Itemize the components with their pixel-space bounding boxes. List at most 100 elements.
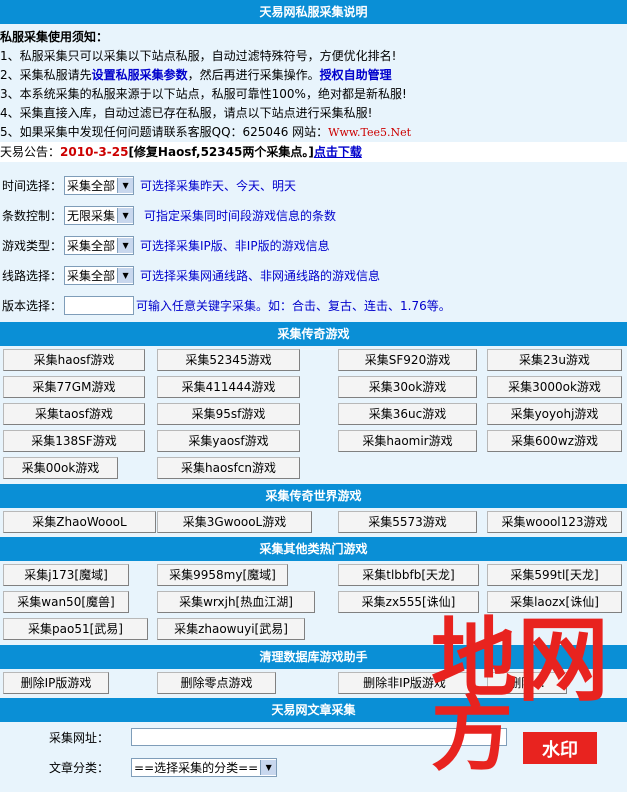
notice-line-4: 4、采集直接入库，自动过滤已存在私服，请点以下站点进行采集私服! <box>0 106 373 120</box>
notice-text: 2、采集私服请先 <box>0 68 92 82</box>
announce-date: 2010-3-25 <box>60 145 129 159</box>
count-row: 条数控制： 无限采集 ▼ 可指定采集同时间段游戏信息的条数 <box>0 200 627 230</box>
legend-collect-button[interactable]: 采集36uc游戏 <box>338 403 477 425</box>
legend-collect-button[interactable]: 采集yaosf游戏 <box>157 430 300 452</box>
type-label: 游戏类型： <box>2 238 63 253</box>
section-clean: 清理数据库游戏助手 <box>0 645 627 669</box>
legend-collect-button[interactable]: 采集138SF游戏 <box>3 430 145 452</box>
legend-collect-button[interactable]: 采集52345游戏 <box>157 349 300 371</box>
world-collect-button[interactable]: 采集woool123游戏 <box>487 511 622 533</box>
other-collect-button[interactable]: 采集wrxjh[热血江湖] <box>157 591 315 613</box>
time-select[interactable]: 采集全部 ▼ <box>64 175 135 195</box>
type-hint: 可选择采集IP版、非IP版的游戏信息 <box>140 238 330 253</box>
section-world: 采集传奇世界游戏 <box>0 484 627 508</box>
other-collect-button[interactable]: 采集tlbbfb[天龙] <box>338 564 479 586</box>
version-hint: 可输入任意关键字采集。如：合击、复古、连击、1.76等。 <box>136 298 451 313</box>
legend-collect-button[interactable]: 采集haomir游戏 <box>338 430 477 452</box>
count-select-value: 无限采集 <box>67 208 116 223</box>
category-select[interactable]: ==选择采集的分类== ▼ <box>131 758 278 777</box>
line-row: 线路选择： 采集全部 ▼ 可选择采集网通线路、非网通线路的游戏信息 <box>0 260 627 290</box>
notice-line-5: 5、如果采集中发现任何问题请联系客服QQ：625046 网站：Www.Tee5.… <box>0 123 627 142</box>
notice-heading: 私服采集使用须知： <box>0 30 109 44</box>
chevron-down-icon: ▼ <box>117 237 134 253</box>
type-select-value: 采集全部 <box>67 238 116 253</box>
chevron-down-icon: ▼ <box>117 177 134 193</box>
legend-collect-button[interactable]: 采集haosfcn游戏 <box>157 457 300 479</box>
other-collect-button[interactable]: 采集j173[魔域] <box>3 564 129 586</box>
legend-collect-button[interactable]: 采集taosf游戏 <box>3 403 145 425</box>
notice-line-2: 2、采集私服请先设置私服采集参数，然后再进行采集操作。授权自助管理 <box>0 66 627 85</box>
url-input[interactable] <box>131 728 508 746</box>
clean-collect-button[interactable]: 删除... <box>487 672 567 694</box>
other-collect-button[interactable]: 采集599tl[天龙] <box>487 564 622 586</box>
clean-collect-button[interactable]: 删除非IP版游戏 <box>338 672 471 694</box>
download-link[interactable]: 点击下载 <box>314 145 362 159</box>
notice-text: ，然后再进行采集操作。 <box>187 68 320 82</box>
site-link[interactable]: Www.Tee5.Net <box>328 126 411 139</box>
world-collect-button[interactable]: 采集ZhaoWoooL <box>3 511 156 533</box>
announce-label: 天易公告： <box>0 145 61 159</box>
time-select-value: 采集全部 <box>67 178 116 193</box>
legend-collect-button[interactable]: 采集30ok游戏 <box>338 376 477 398</box>
set-params-link[interactable]: 设置私服采集参数 <box>92 68 188 82</box>
chevron-down-icon: ▼ <box>260 760 277 775</box>
legend-collect-button[interactable]: 采集haosf游戏 <box>3 349 145 371</box>
url-label: 采集网址： <box>49 730 110 745</box>
legend-button-grid: 采集haosf游戏 采集52345游戏 采集SF920游戏 采集23u游戏采集77GM… <box>0 346 627 484</box>
time-label: 时间选择： <box>2 178 63 193</box>
clean-collect-button[interactable]: 删除零点游戏 <box>157 672 276 694</box>
legend-collect-button[interactable]: 采集00ok游戏 <box>3 457 118 479</box>
count-hint: 可指定采集同时间段游戏信息的条数 <box>144 208 337 223</box>
chevron-down-icon: ▼ <box>117 267 134 283</box>
notice-line-1: 1、私服采集只可以采集以下站点私服，自动过滤特殊符号，方便优化排名! <box>0 49 397 63</box>
self-manage-link[interactable]: 授权自助管理 <box>320 68 392 82</box>
type-select[interactable]: 采集全部 ▼ <box>64 235 135 255</box>
announce-text: [修复Haosf,52345两个采集点。] <box>128 145 314 159</box>
clean-collect-button[interactable]: 删除IP版游戏 <box>3 672 109 694</box>
other-collect-button[interactable]: 采集laozx[诛仙] <box>487 591 622 613</box>
legend-collect-button[interactable]: 采集600wz游戏 <box>487 430 622 452</box>
world-collect-button[interactable]: 采集3GwoooL游戏 <box>157 511 312 533</box>
legend-collect-button[interactable]: 采集yoyohj游戏 <box>487 403 622 425</box>
world-button-grid: 采集ZhaoWoooL 采集3GwoooL游戏 采集5573游戏 采集woool123… <box>0 508 627 537</box>
other-button-grid: 采集j173[魔域] 采集9958my[魔域] 采集tlbbfb[天龙] 采集599t… <box>0 561 627 645</box>
title-bar: 天易网私服采集说明 <box>0 0 627 24</box>
version-row: 版本选择： 可输入任意关键字采集。如：合击、复古、连击、1.76等。 <box>0 290 627 320</box>
clean-button-grid: 删除IP版游戏 删除零点游戏 删除非IP版游戏 删除... <box>0 669 627 698</box>
announcement: 天易公告：2010-3-25[修复Haosf,52345两个采集点。]点击下载 <box>0 142 627 162</box>
count-select[interactable]: 无限采集 ▼ <box>64 205 135 225</box>
line-hint: 可选择采集网通线路、非网通线路的游戏信息 <box>140 268 381 283</box>
url-row: 采集网址： <box>49 728 508 746</box>
filter-form: 时间选择： 采集全部 ▼ 可选择采集昨天、今天、明天 条数控制： 无限采集 ▼ 可指… <box>0 162 627 320</box>
category-row: 文章分类： ==选择采集的分类== ▼ <box>49 758 278 777</box>
section-legend: 采集传奇游戏 <box>0 322 627 346</box>
version-input[interactable] <box>64 295 134 315</box>
count-label: 条数控制： <box>2 208 63 223</box>
notice-text: 5、如果采集中发现任何问题请联系客服QQ：625046 网站： <box>0 125 329 139</box>
legend-collect-button[interactable]: 采集3000ok游戏 <box>487 376 622 398</box>
other-collect-button[interactable]: 采集9958my[魔域] <box>157 564 288 586</box>
chevron-down-icon: ▼ <box>117 207 134 223</box>
notice-block: 私服采集使用须知： 1、私服采集只可以采集以下站点私服，自动过滤特殊符号，方便优… <box>0 24 627 142</box>
line-select-value: 采集全部 <box>67 268 116 283</box>
line-label: 线路选择： <box>2 268 63 283</box>
other-collect-button[interactable]: 采集zhaowuyi[武易] <box>157 618 305 640</box>
type-row: 游戏类型： 采集全部 ▼ 可选择采集IP版、非IP版的游戏信息 <box>0 230 627 260</box>
time-row: 时间选择： 采集全部 ▼ 可选择采集昨天、今天、明天 <box>0 170 627 200</box>
legend-collect-button[interactable]: 采集77GM游戏 <box>3 376 145 398</box>
category-select-value: ==选择采集的分类== <box>134 761 259 775</box>
line-select[interactable]: 采集全部 ▼ <box>64 265 135 285</box>
category-label: 文章分类： <box>49 761 110 775</box>
other-collect-button[interactable]: 采集wan50[魔兽] <box>3 591 129 613</box>
other-collect-button[interactable]: 采集zx555[诛仙] <box>338 591 479 613</box>
other-collect-button[interactable]: 采集pao51[武易] <box>3 618 148 640</box>
world-collect-button[interactable]: 采集5573游戏 <box>338 511 477 533</box>
time-hint: 可选择采集昨天、今天、明天 <box>140 178 297 193</box>
version-label: 版本选择： <box>2 298 63 313</box>
article-form: 采集网址： 文章分类： ==选择采集的分类== ▼ <box>0 722 627 792</box>
legend-collect-button[interactable]: 采集411444游戏 <box>157 376 300 398</box>
section-article: 天易网文章采集 <box>0 698 627 722</box>
legend-collect-button[interactable]: 采集SF920游戏 <box>338 349 477 371</box>
legend-collect-button[interactable]: 采集23u游戏 <box>487 349 622 371</box>
legend-collect-button[interactable]: 采集95sf游戏 <box>157 403 300 425</box>
